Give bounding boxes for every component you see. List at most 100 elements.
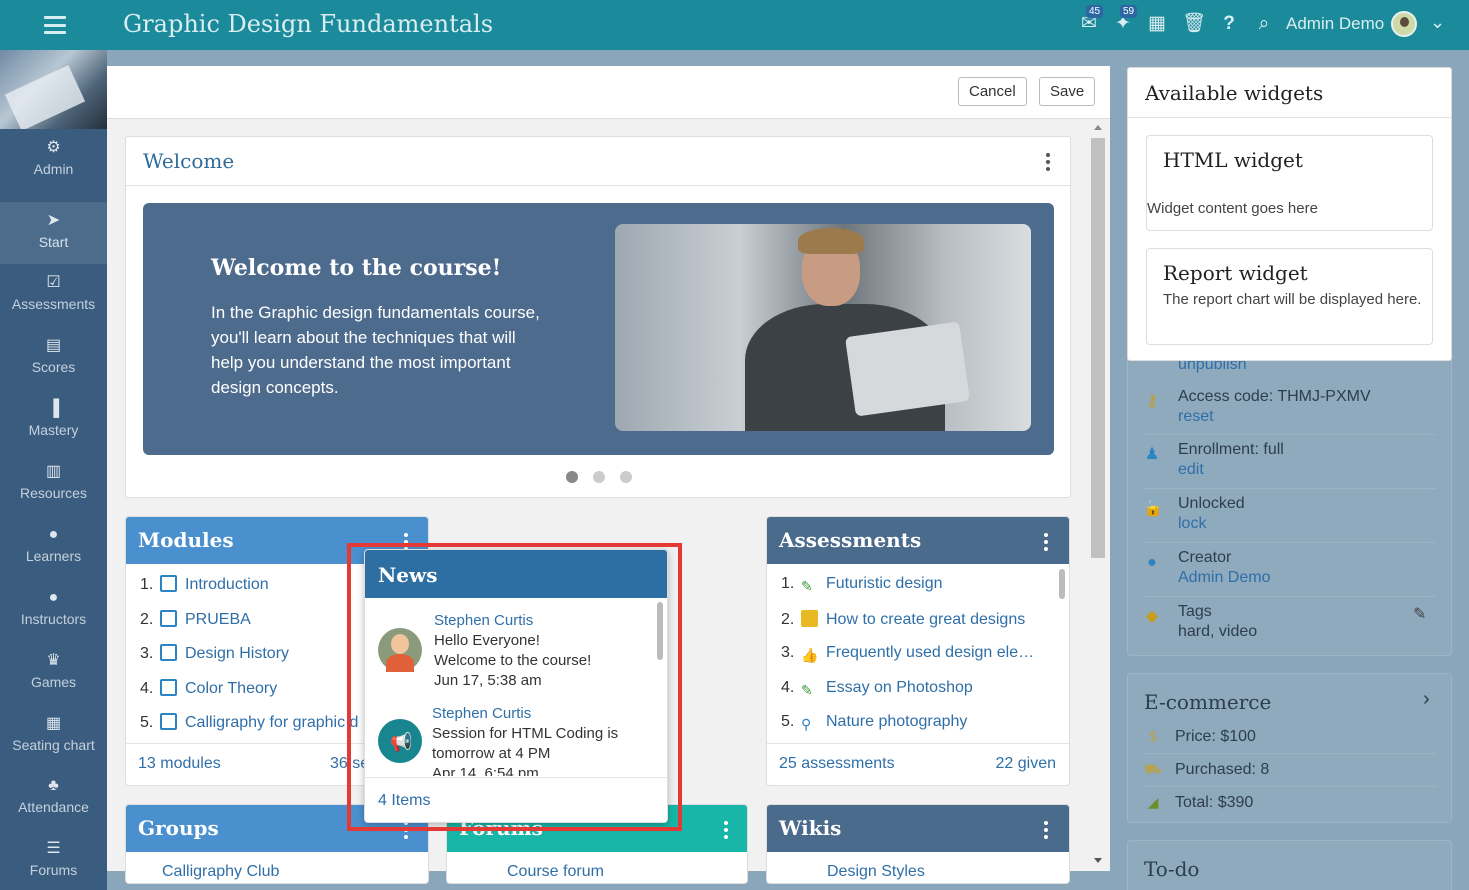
welcome-slide: Welcome to the course! In the Graphic de…: [143, 203, 1054, 455]
assessments-list: 1. ✎ Futuristic design 2. How to create gre…: [767, 564, 1069, 741]
lock-link[interactable]: lock: [1178, 515, 1206, 533]
user-avatar[interactable]: [1391, 11, 1417, 37]
pencil-icon: ✎: [801, 578, 813, 594]
html-widget-card[interactable]: HTML widget Widget content goes here: [1146, 135, 1433, 231]
welcome-widget-title: Welcome: [126, 137, 1070, 186]
chevron-down-icon[interactable]: ⌄: [1430, 12, 1445, 33]
forums-more-icon[interactable]: [724, 821, 728, 839]
sidebar-item-resources[interactable]: ▥ Resources: [0, 453, 107, 515]
list-item[interactable]: 2. How to create great designs: [767, 603, 1069, 638]
creator-link[interactable]: Admin Demo: [1178, 569, 1270, 587]
assessments-count[interactable]: 25 assessments: [779, 755, 895, 772]
assessments-title: Assessments: [767, 517, 1069, 564]
search-icon[interactable]: ⌕: [1253, 13, 1275, 35]
wikis-widget: Wikis Design Styles: [766, 804, 1070, 884]
assessments-footer: 25 assessments 22 given: [767, 743, 1069, 785]
wikis-more-icon[interactable]: [1044, 821, 1048, 839]
carousel-dot[interactable]: [593, 471, 605, 483]
editor-scrollbar[interactable]: [1090, 122, 1106, 871]
instructor-icon: ●: [48, 589, 59, 606]
list-item[interactable]: Course forum: [507, 863, 604, 881]
assessments-given[interactable]: 22 given: [996, 755, 1057, 773]
scrollbar-thumb[interactable]: [1091, 138, 1105, 558]
ecommerce-title: E-commerce: [1144, 690, 1272, 714]
user-icon: ●: [48, 526, 59, 543]
user-name[interactable]: Admin Demo: [1286, 14, 1384, 34]
carousel-dot[interactable]: [620, 471, 632, 483]
list-item[interactable]: 3. 👍 Frequently used design ele…: [767, 637, 1069, 672]
edit-pencil-icon[interactable]: ✎: [1413, 604, 1426, 624]
attendance-icon: ♣: [48, 777, 59, 794]
list-item[interactable]: 1. ✎ Futuristic design: [767, 568, 1069, 603]
help-icon[interactable]: ?: [1218, 13, 1240, 35]
tag-icon: ◆: [1145, 608, 1159, 625]
gear-icon: ⚙: [46, 139, 61, 156]
sidebar-item-scores[interactable]: ▤ Scores: [0, 327, 107, 389]
drag-highlight: [347, 543, 682, 831]
hamburger-menu-icon[interactable]: [38, 13, 72, 37]
area-chart-icon: ◢: [1147, 794, 1159, 810]
ecommerce-total: ◢ Total: $390: [1144, 787, 1437, 820]
info-enrollment: ♟ Enrollment: full edit: [1143, 438, 1436, 489]
welcome-more-icon[interactable]: [1046, 153, 1050, 171]
sidebar-item-learners[interactable]: ● Learners: [0, 516, 107, 578]
sidebar-item-admin[interactable]: ⚙ Admin: [0, 129, 107, 191]
course-thumbnail: [0, 50, 107, 129]
modules-count[interactable]: 13 modules: [138, 755, 221, 772]
sidebar-item-attendance[interactable]: ♣ Attendance: [0, 767, 107, 829]
unlock-icon: 🔓: [1143, 500, 1163, 517]
sidebar-item-forums[interactable]: ☰ Forums: [0, 830, 107, 890]
sidebar-item-games[interactable]: ♛ Games: [0, 642, 107, 704]
checkbox-icon: ☑: [46, 274, 61, 291]
coins-icon: $: [1149, 728, 1157, 744]
mail-icon[interactable]: ✉ 45: [1078, 5, 1104, 35]
wikis-title: Wikis: [767, 805, 1069, 852]
sidebar-item-mastery[interactable]: ▐ Mastery: [0, 390, 107, 452]
reset-link[interactable]: reset: [1178, 408, 1214, 426]
gradebook-icon: ▤: [45, 337, 62, 354]
module-icon: [160, 678, 177, 696]
report-widget-card[interactable]: Report widget The report chart will be d…: [1146, 248, 1433, 345]
cart-icon: ⛟: [1144, 761, 1162, 777]
key-icon: ⚷: [1146, 393, 1158, 410]
sidebar-item-assessments[interactable]: ☑ Assessments: [0, 264, 107, 326]
top-bar: Graphic Design Fundamentals ✉ 45 ✦ 59 ▦ 🗑 …: [0, 0, 1469, 50]
html-widget-title: HTML widget: [1163, 148, 1303, 172]
mail-badge: 45: [1086, 5, 1104, 18]
list-item[interactable]: 4. ✎ Essay on Photoshop: [767, 672, 1069, 707]
info-creator: ● Creator Admin Demo: [1143, 546, 1436, 597]
calendar-icon[interactable]: ▦: [1146, 13, 1168, 35]
sidebar-item-seating-chart[interactable]: ▦ Seating chart: [0, 705, 107, 767]
carousel-dot[interactable]: [566, 471, 578, 483]
edit-link[interactable]: edit: [1178, 461, 1204, 479]
module-icon: [160, 609, 177, 627]
ecommerce-price: $ Price: $100: [1144, 721, 1437, 754]
books-icon: ▥: [45, 463, 62, 480]
notification-badge: 59: [1120, 5, 1138, 18]
chevron-right-icon[interactable]: ›: [1423, 688, 1430, 711]
assessments-scrollbar[interactable]: [1059, 569, 1065, 599]
list-item[interactable]: 5. ⚲ Nature photography: [767, 706, 1069, 741]
list-item[interactable]: Design Styles: [827, 863, 925, 881]
sidebar-item-instructors[interactable]: ● Instructors: [0, 579, 107, 641]
info-access-code: ⚷ Access code: THMJ-PXMV reset: [1143, 385, 1436, 435]
list-item[interactable]: Calligraphy Club: [162, 863, 279, 881]
module-icon: [160, 713, 177, 730]
sidebar-item-start[interactable]: ➤ Start: [0, 202, 107, 264]
navigation-icon: ➤: [46, 212, 61, 229]
assessments-widget: Assessments 1. ✎ Futuristic design 2. How t…: [766, 516, 1070, 786]
module-icon: [160, 644, 177, 661]
slide-text: In the Graphic design fundamentals cours…: [211, 303, 540, 397]
save-button[interactable]: Save: [1039, 77, 1096, 106]
info-tags: ◆ Tags hard, video ✎: [1143, 600, 1436, 650]
pencil-icon: ✎: [801, 681, 813, 698]
slide-photo: [615, 224, 1031, 431]
assessments-more-icon[interactable]: [1044, 533, 1048, 551]
notification-icon[interactable]: ✦ 59: [1112, 5, 1138, 35]
scroll-up-icon[interactable]: [1094, 125, 1102, 130]
scroll-down-icon[interactable]: [1094, 858, 1102, 863]
trash-icon[interactable]: 🗑: [1182, 13, 1206, 35]
course-title: Graphic Design Fundamentals: [123, 10, 494, 38]
todo-title: To-do: [1144, 857, 1200, 881]
cancel-button[interactable]: Cancel: [958, 77, 1027, 106]
